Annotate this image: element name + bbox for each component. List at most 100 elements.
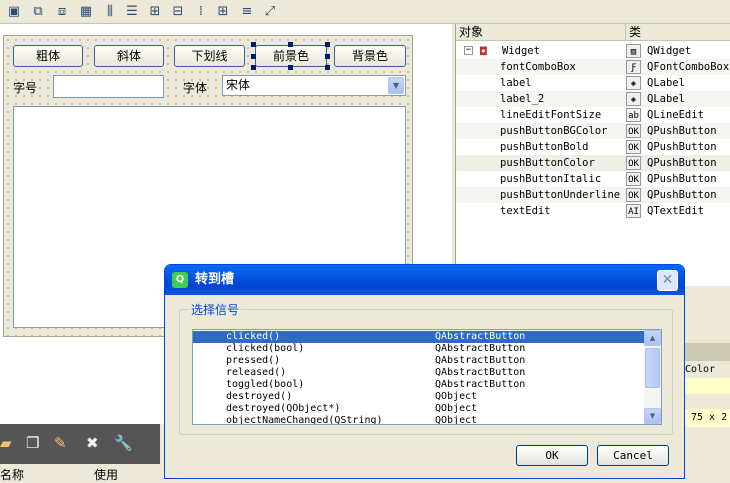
layout-horizontal-icon[interactable]: ⫼ [102, 4, 118, 20]
inspector-row[interactable]: pushButtonUnderline OK QPushButton [456, 187, 730, 203]
signal-row[interactable]: objectNameChanged(QString) QObject [193, 415, 645, 425]
selection-handle[interactable] [251, 42, 256, 47]
selection-handle[interactable] [288, 42, 293, 47]
label-icon: ◈ [626, 76, 641, 90]
signal-list[interactable]: clicked() QAbstractButton clicked(bool) QAb… [192, 329, 662, 425]
qt-app-icon: Q [172, 272, 188, 288]
collapse-icon[interactable]: − [464, 46, 473, 55]
edit-widgets-icon[interactable]: ▣ [6, 4, 22, 20]
break-layout-icon[interactable]: ≡ [239, 4, 255, 20]
underline-button[interactable]: 下划线 [174, 45, 245, 67]
object-name: pushButtonBGColor [500, 125, 608, 137]
ok-button[interactable]: OK [516, 445, 588, 466]
scroll-up-icon[interactable]: ▲ [644, 330, 661, 346]
signal-class: QAbstractButton [435, 355, 526, 366]
selection-handle[interactable] [251, 65, 256, 70]
inspector-row[interactable]: pushButtonColor OK QPushButton [456, 155, 730, 171]
property-size-value: 75 x 2 [685, 409, 730, 427]
go-to-slot-dialog: Q 转到槽 ✕ 选择信号 clicked() QAbstractButton cli… [164, 264, 685, 479]
layout-grid-icon[interactable]: ⊞ [215, 4, 231, 20]
inspector-row[interactable]: label ◈ QLabel [456, 75, 730, 91]
object-name: pushButtonColor [500, 157, 595, 169]
inspector-row[interactable]: label_2 ◈ QLabel [456, 91, 730, 107]
signal-name: released() [226, 367, 287, 378]
object-class: QFontComboBox [647, 61, 730, 73]
signal-groupbox: 选择信号 clicked() QAbstractButton clicked(boo… [179, 301, 673, 435]
signal-name: objectNameChanged(QString) [226, 415, 383, 425]
selection-handle[interactable] [325, 65, 330, 70]
selection-handle[interactable] [251, 54, 256, 59]
font-combobox-value: 宋体 [226, 78, 251, 92]
signal-row[interactable]: toggled(bool) QAbstractButton [193, 379, 645, 391]
resource-toolbar: ▰ ❐ ✎ ✖ 🔧 [0, 424, 160, 464]
wrench-icon[interactable]: 🔧 [114, 434, 133, 452]
background-color-button[interactable]: 背景色 [334, 45, 406, 67]
signal-class: QAbstractButton [435, 367, 526, 378]
resource-header: 名称 使用 [0, 464, 160, 482]
inspector-row[interactable]: lineEditFontSize ab QLineEdit [456, 107, 730, 123]
name-column-header: 名称 [0, 468, 25, 482]
property-color-text: Color [685, 364, 716, 375]
signal-row[interactable]: clicked() QAbstractButton [193, 331, 645, 343]
object-name: textEdit [500, 205, 551, 217]
inspector-row[interactable]: pushButtonBold OK QPushButton [456, 139, 730, 155]
vertical-scrollbar[interactable]: ▲ ▼ [644, 330, 661, 424]
foreground-color-button[interactable]: 前景色 [255, 45, 327, 67]
inspector-row[interactable]: pushButtonBGColor OK QPushButton [456, 123, 730, 139]
tab-order-icon[interactable]: ▦ [78, 4, 94, 20]
font-combobox-icon: Ƒ [626, 60, 641, 74]
layout-hsplitter-icon[interactable]: ⊞ [147, 4, 163, 20]
object-class: QPushButton [647, 125, 717, 137]
inspector-row[interactable]: textEdit AI QTextEdit [456, 203, 730, 219]
signal-row[interactable]: released() QAbstractButton [193, 367, 645, 379]
signal-class: QObject [435, 403, 478, 414]
edit-signals-icon[interactable]: ⧉ [30, 4, 46, 20]
dialog-title-bar[interactable]: Q 转到槽 ✕ [165, 265, 684, 295]
selection-handle[interactable] [288, 65, 293, 70]
object-class: QLabel [647, 93, 685, 105]
signal-row[interactable]: clicked(bool) QAbstractButton [193, 343, 645, 355]
resource-browser: ▰ ❐ ✎ ✖ 🔧 名称 使用 [0, 424, 160, 482]
copy-icon[interactable]: ❐ [26, 434, 39, 452]
signal-class: QAbstractButton [435, 343, 526, 354]
object-name: label_2 [500, 93, 545, 105]
inspector-row[interactable]: pushButtonItalic OK QPushButton [456, 171, 730, 187]
use-column-header: 使用 [94, 468, 119, 482]
adjust-size-icon[interactable]: ⤢ [262, 4, 278, 20]
object-inspector: 对象 类 − ◘ Widget ▨ QWidget fontComboBox Ƒ QFontC… [455, 24, 730, 286]
chevron-down-icon[interactable]: ▼ [388, 77, 404, 94]
selection-handle[interactable] [325, 42, 330, 47]
groupbox-title: 选择信号 [189, 301, 242, 318]
property-row [685, 378, 730, 394]
edit-icon[interactable]: ✎ [54, 434, 67, 452]
scrollbar-thumb[interactable] [645, 348, 660, 388]
signal-row[interactable]: destroyed() QObject [193, 391, 645, 403]
layout-vertical-icon[interactable]: ☰ [124, 4, 140, 20]
bold-button[interactable]: 粗体 [13, 45, 83, 67]
object-class: QPushButton [647, 189, 717, 201]
close-icon[interactable]: ✕ [657, 270, 678, 291]
pushbutton-icon: OK [626, 140, 641, 154]
delete-icon[interactable]: ✖ [86, 434, 99, 452]
scroll-down-icon[interactable]: ▼ [644, 408, 661, 424]
inspector-row[interactable]: fontComboBox Ƒ QFontComboBox [456, 59, 730, 75]
edit-buddies-icon[interactable]: ⧈ [54, 4, 70, 20]
object-name: fontComboBox [500, 61, 576, 73]
open-icon[interactable]: ▰ [0, 434, 12, 452]
font-size-label: 字号 [13, 81, 38, 95]
object-name: pushButtonUnderline [500, 189, 621, 201]
signal-class: QAbstractButton [435, 331, 526, 342]
signal-row[interactable]: pressed() QAbstractButton [193, 355, 645, 367]
font-combobox[interactable]: 宋体 ▼ [222, 75, 406, 96]
signal-row[interactable]: destroyed(QObject*) QObject [193, 403, 645, 415]
signal-class: QObject [435, 415, 478, 425]
pushbutton-icon: OK [626, 124, 641, 138]
layout-form-icon[interactable]: ⁞ [193, 4, 209, 20]
font-size-input[interactable] [53, 75, 164, 98]
italic-button[interactable]: 斜体 [94, 45, 164, 67]
signal-name: clicked(bool) [226, 343, 305, 354]
inspector-row[interactable]: − ◘ Widget ▨ QWidget [456, 43, 730, 59]
cancel-button[interactable]: Cancel [597, 445, 669, 466]
layout-vsplitter-icon[interactable]: ⊟ [170, 4, 186, 20]
selection-handle[interactable] [325, 54, 330, 59]
